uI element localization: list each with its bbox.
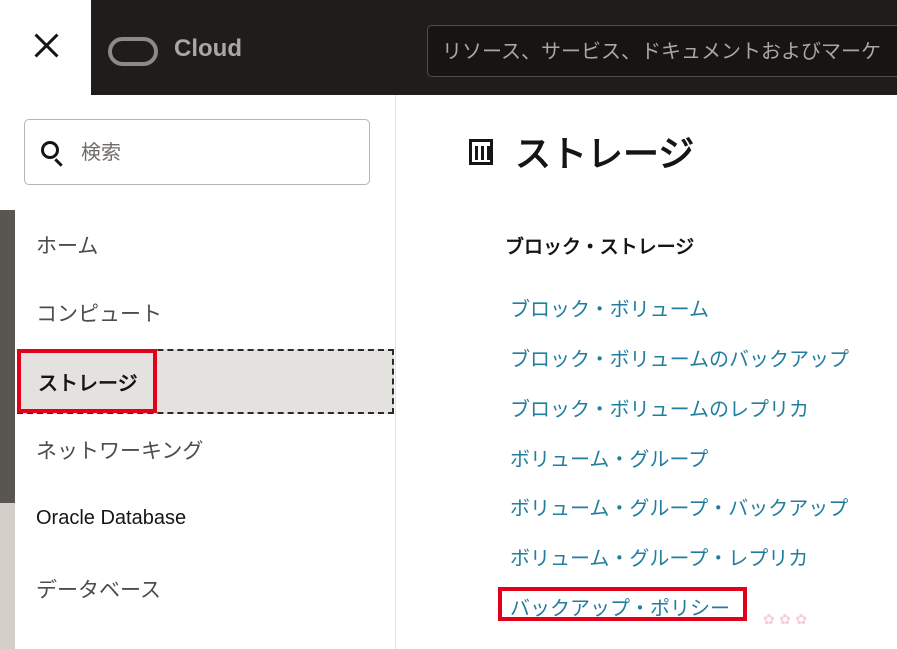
- global-search-input[interactable]: [428, 26, 897, 76]
- oracle-logo-icon[interactable]: [108, 37, 158, 66]
- scrollbar-thumb[interactable]: [0, 210, 15, 503]
- nav-item-compute[interactable]: コンピュート: [36, 298, 162, 328]
- menu-search-box[interactable]: [24, 119, 370, 185]
- nav-item-oracle-database[interactable]: Oracle Database: [36, 507, 186, 530]
- link-backup-policy[interactable]: バックアップ・ポリシー: [510, 592, 730, 621]
- header-bar: Cloud: [91, 0, 897, 95]
- link-block-volume-backup[interactable]: ブロック・ボリュームのバックアップ: [510, 343, 849, 372]
- search-icon: [41, 141, 59, 159]
- nav-item-database[interactable]: データベース: [36, 574, 161, 604]
- link-block-volume[interactable]: ブロック・ボリューム: [510, 293, 709, 322]
- nav-item-storage-label[interactable]: ストレージ: [38, 367, 138, 396]
- link-volume-group-replica[interactable]: ボリューム・グループ・レプリカ: [510, 542, 808, 571]
- nav-item-networking[interactable]: ネットワーキング: [36, 435, 203, 465]
- link-volume-group-backup[interactable]: ボリューム・グループ・バックアップ: [510, 492, 848, 521]
- nav-item-home[interactable]: ホーム: [36, 230, 98, 260]
- watermark-logo: ✿ ✿ ✿: [763, 612, 808, 628]
- page-title: ストレージ: [515, 134, 695, 175]
- navigation-menu: ホーム コンピュート ストレージ ネットワーキング Oracle Databas…: [0, 95, 396, 649]
- link-block-volume-replica[interactable]: ブロック・ボリュームのレプリカ: [510, 393, 809, 422]
- section-title: ブロック・ストレージ: [505, 236, 695, 258]
- close-icon[interactable]: [26, 26, 66, 66]
- menu-search-input[interactable]: [81, 120, 361, 184]
- link-volume-group[interactable]: ボリューム・グループ: [510, 443, 708, 472]
- brand-label[interactable]: Cloud: [174, 35, 242, 63]
- menu-close-area: [0, 0, 91, 95]
- global-search-box[interactable]: [427, 25, 897, 77]
- main-panel: ストレージ ブロック・ストレージ ブロック・ボリューム ブロック・ボリュームのバ…: [397, 95, 897, 649]
- storage-icon: [469, 139, 493, 165]
